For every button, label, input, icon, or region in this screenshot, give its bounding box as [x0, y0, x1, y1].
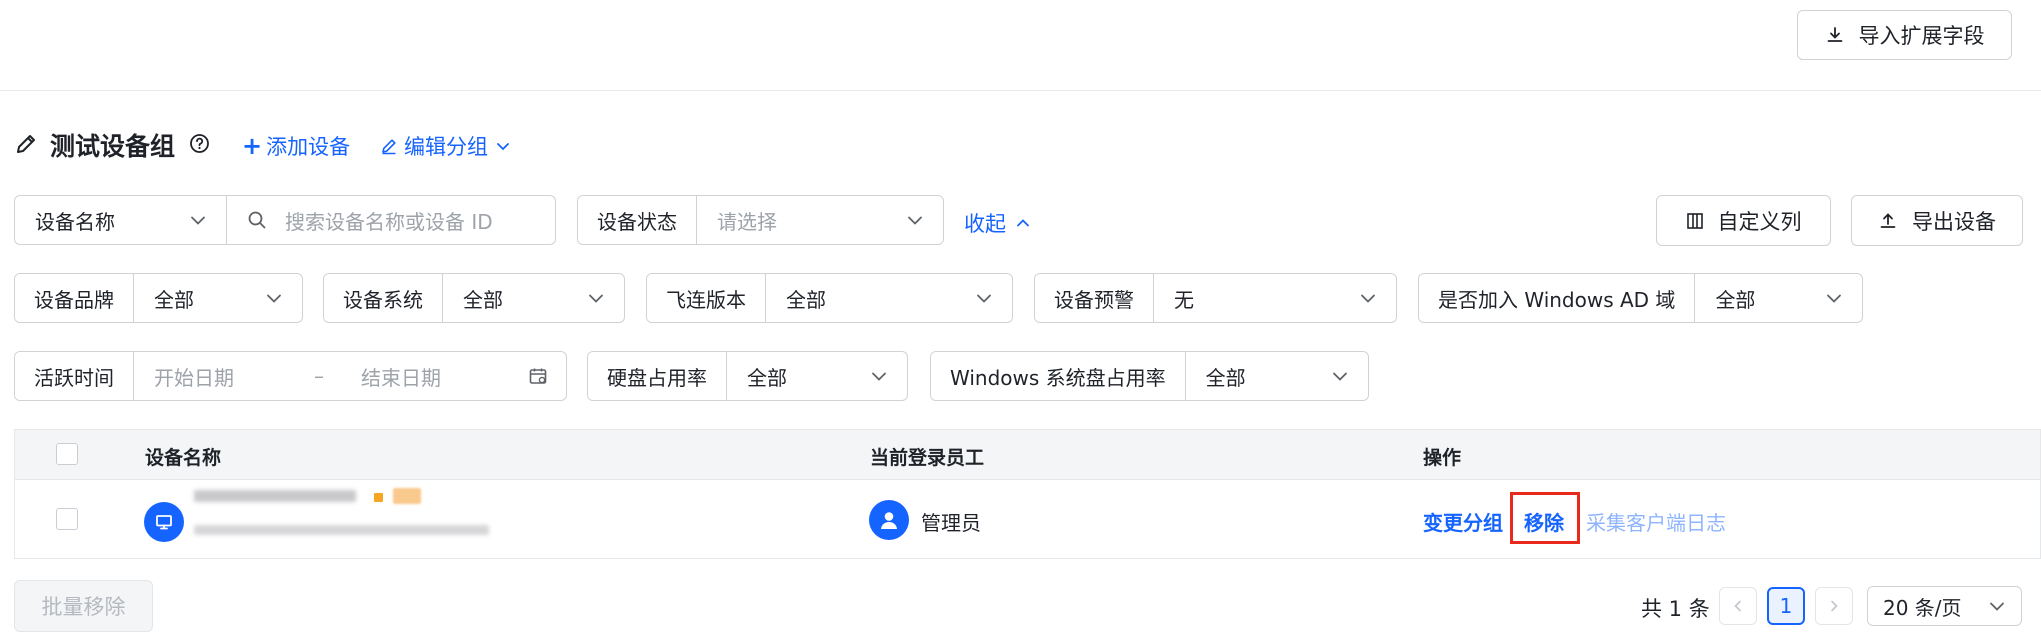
- device-alert-label: 设备预警: [1035, 274, 1154, 322]
- prev-page-button[interactable]: [1719, 587, 1757, 625]
- download-icon: [1827, 27, 1842, 42]
- windows-ad-label: 是否加入 Windows AD 域: [1419, 274, 1696, 322]
- chevron-down-icon: [908, 216, 922, 225]
- next-page-button[interactable]: [1815, 587, 1853, 625]
- table-row: 管理员 变更分组 移除 采集客户端日志: [14, 479, 2041, 559]
- current-employee-name: 管理员: [921, 511, 981, 535]
- computer-icon: [156, 515, 172, 530]
- feilian-version-label: 飞连版本: [647, 274, 766, 322]
- header-divider: [0, 90, 2041, 91]
- device-status-label: 设备状态: [578, 196, 697, 244]
- custom-columns-button[interactable]: 自定义列: [1656, 195, 1831, 246]
- search-icon: [248, 211, 266, 229]
- user-icon: [881, 512, 897, 529]
- device-id-redacted: [194, 525, 489, 535]
- select-all-checkbox[interactable]: [56, 443, 78, 465]
- page-size-select[interactable]: 20 条/页: [1867, 586, 2022, 626]
- import-button-label: 导入扩展字段: [1858, 24, 1985, 48]
- disk-usage-filter[interactable]: 硬盘占用率 全部: [587, 351, 908, 401]
- edit-icon: [382, 139, 396, 155]
- plus-icon: +: [242, 132, 263, 160]
- column-header-device-name: 设备名称: [145, 447, 222, 469]
- device-search-field[interactable]: 设备名称 搜索设备名称或设备 ID: [14, 195, 556, 245]
- active-time-label: 活跃时间: [15, 352, 134, 400]
- device-status-placeholder: 请选择: [717, 209, 777, 234]
- search-type-select[interactable]: 设备名称: [15, 196, 227, 244]
- disk-usage-value: 全部: [747, 365, 787, 390]
- edit-group-label: 编辑分组: [404, 135, 488, 159]
- device-tag-small: [374, 493, 383, 502]
- chevron-down-icon: [1827, 294, 1841, 303]
- search-placeholder: 搜索设备名称或设备 ID: [285, 209, 493, 234]
- current-page-number: 1: [1779, 594, 1793, 618]
- chevron-down-icon: [872, 372, 886, 381]
- custom-columns-label: 自定义列: [1717, 209, 1802, 234]
- change-group-link[interactable]: 变更分组: [1423, 507, 1503, 536]
- group-title: 测试设备组: [50, 132, 176, 161]
- device-system-value: 全部: [463, 287, 503, 312]
- start-date-input[interactable]: 开始日期: [154, 362, 314, 391]
- device-brand-label: 设备品牌: [15, 274, 134, 322]
- collect-client-log-link[interactable]: 采集客户端日志: [1586, 507, 1726, 536]
- disk-usage-label: 硬盘占用率: [588, 352, 727, 400]
- table-header: 设备名称 当前登录员工 操作: [14, 429, 2041, 479]
- device-name-redacted: [194, 490, 356, 502]
- windows-system-disk-filter[interactable]: Windows 系统盘占用率 全部: [930, 351, 1369, 401]
- windows-system-disk-value: 全部: [1205, 365, 1246, 390]
- help-icon[interactable]: [189, 133, 210, 154]
- windows-ad-filter[interactable]: 是否加入 Windows AD 域 全部: [1418, 273, 1863, 323]
- device-status-filter[interactable]: 设备状态 请选择: [577, 195, 944, 245]
- collapse-label: 收起: [964, 212, 1006, 236]
- device-tag: [393, 488, 421, 504]
- edit-group-link[interactable]: 编辑分组: [380, 131, 512, 161]
- add-device-link[interactable]: + 添加设备: [242, 131, 350, 161]
- chevron-down-icon: [977, 294, 991, 303]
- export-devices-button[interactable]: 导出设备: [1851, 195, 2023, 246]
- page-size-value: 20 条/页: [1883, 595, 1962, 620]
- employee-avatar: [869, 500, 909, 540]
- column-header-current-employee: 当前登录员工: [870, 447, 985, 469]
- chevron-left-icon: [1734, 600, 1741, 612]
- search-input[interactable]: 搜索设备名称或设备 ID: [227, 196, 555, 244]
- column-header-actions: 操作: [1423, 447, 1462, 469]
- chevron-right-icon: [1831, 600, 1838, 612]
- device-brand-value: 全部: [154, 287, 194, 312]
- device-alert-value: 无: [1174, 287, 1194, 312]
- device-alert-filter[interactable]: 设备预警 无: [1034, 273, 1397, 323]
- device-system-filter[interactable]: 设备系统 全部: [323, 273, 625, 323]
- calendar-icon: [529, 368, 547, 384]
- add-device-label: 添加设备: [266, 135, 351, 159]
- chevron-down-icon: [1361, 294, 1375, 303]
- page-1-button[interactable]: 1: [1767, 587, 1805, 625]
- export-devices-label: 导出设备: [1912, 209, 1996, 234]
- chevron-down-icon: [267, 294, 281, 303]
- batch-remove-label: 批量移除: [41, 595, 126, 619]
- device-system-label: 设备系统: [324, 274, 443, 322]
- import-extension-fields-button[interactable]: 导入扩展字段: [1797, 10, 2012, 60]
- remove-link[interactable]: 移除: [1524, 507, 1564, 536]
- search-type-value: 设备名称: [35, 209, 115, 234]
- feilian-version-filter[interactable]: 飞连版本 全部: [646, 273, 1013, 323]
- chevron-down-icon: [1333, 372, 1347, 381]
- feilian-version-value: 全部: [786, 287, 826, 312]
- end-date-input[interactable]: 结束日期: [361, 362, 528, 391]
- windows-system-disk-label: Windows 系统盘占用率: [931, 352, 1186, 400]
- chevron-down-icon: [589, 294, 603, 303]
- batch-remove-button[interactable]: 批量移除: [14, 580, 153, 632]
- chevron-up-icon: [1017, 219, 1029, 227]
- collapse-filters-link[interactable]: 收起: [964, 208, 1032, 238]
- device-avatar: [144, 502, 184, 542]
- device-brand-filter[interactable]: 设备品牌 全部: [14, 273, 303, 323]
- chevron-down-icon: [1990, 602, 2004, 611]
- date-range-separator: –: [314, 364, 324, 388]
- chevron-down-icon: [191, 216, 205, 225]
- columns-icon: [1686, 212, 1703, 229]
- total-count: 共 1 条: [1641, 597, 1710, 621]
- windows-ad-value: 全部: [1715, 287, 1756, 312]
- upload-icon: [1880, 212, 1896, 228]
- active-time-filter[interactable]: 活跃时间 开始日期 – 结束日期: [14, 351, 567, 401]
- chevron-down-icon: [497, 143, 509, 151]
- row-checkbox[interactable]: [56, 508, 78, 530]
- edit-pencil-icon: [17, 135, 35, 153]
